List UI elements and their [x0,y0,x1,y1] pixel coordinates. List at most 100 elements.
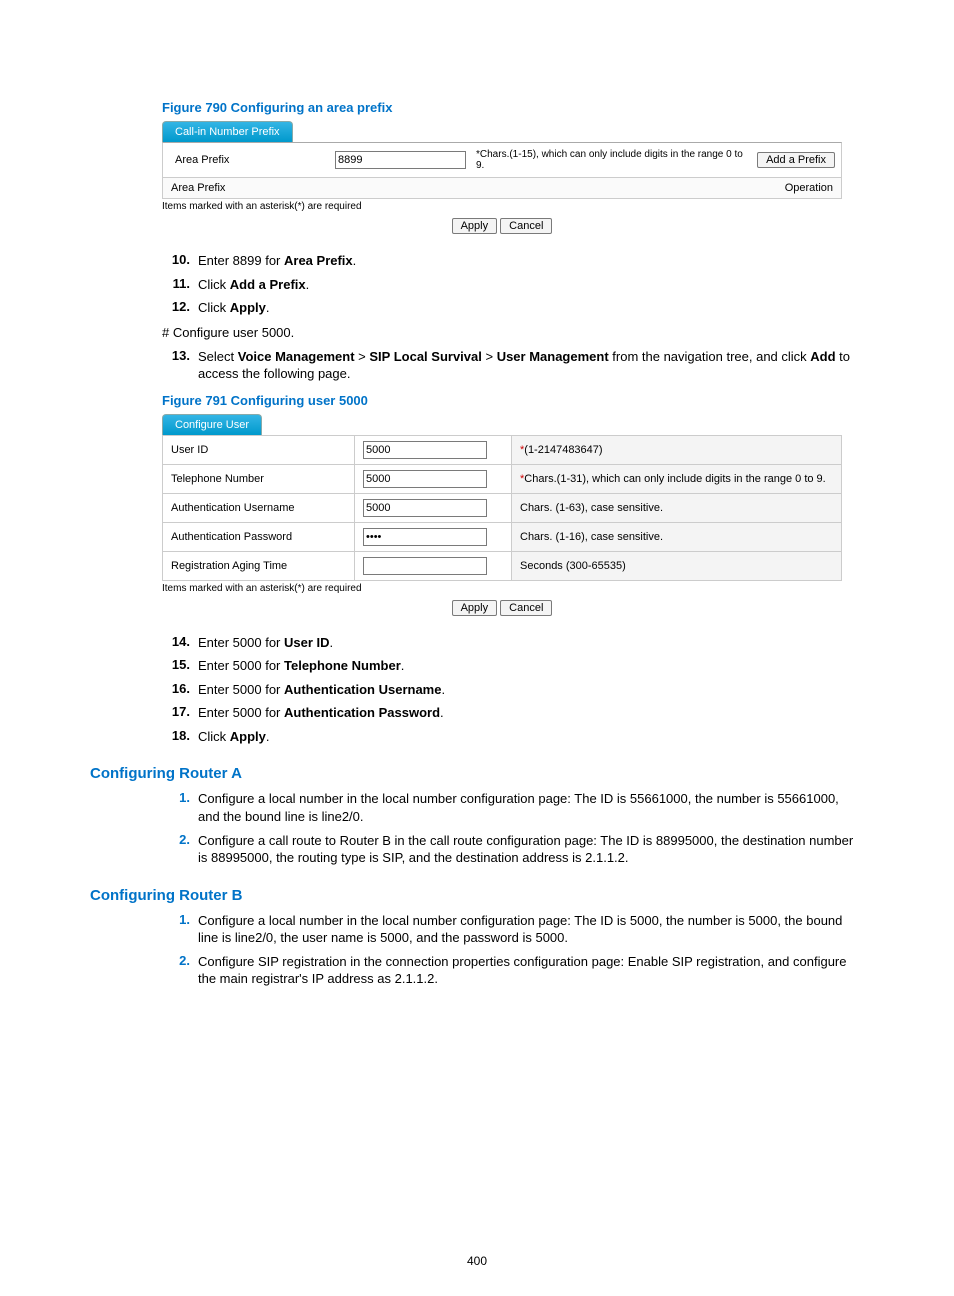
label: Authentication Password [163,522,355,551]
row-reg-aging: Registration Aging Time Seconds (300-655… [163,551,842,580]
t: . [266,729,270,744]
hint: Chars.(1-31), which can only include dig… [524,473,825,485]
t: Enter 5000 for [198,682,284,697]
b: Authentication Username [284,682,441,697]
step-num: 12. [162,299,190,314]
b: SIP Local Survival [369,349,481,364]
footnote-790: Items marked with an asterisk(*) are req… [162,201,842,212]
step-num: 15. [162,657,190,672]
row-auth-password: Authentication Password Chars. (1-16), c… [163,522,842,551]
t: > [355,349,370,364]
apply-button-790[interactable]: Apply [452,218,498,234]
t: Enter 5000 for [198,635,284,650]
t: from the navigation tree, and click [609,349,811,364]
tab-configure-user[interactable]: Configure User [162,414,262,435]
t: Click [198,300,230,315]
step-num: 2. [162,832,190,847]
step-10: 10. Enter 8899 for Area Prefix. [162,252,864,270]
header-area-prefix: Area Prefix [171,182,225,194]
configure-5000-note: # Configure user 5000. [162,325,864,340]
t: Enter 5000 for [198,705,284,720]
router-a-step-2: 2. Configure a call route to Router B in… [162,832,864,867]
step-num: 2. [162,953,190,968]
input-reg-aging[interactable] [363,557,487,575]
t: > [482,349,497,364]
hint: Chars. (1-16), case sensitive. [520,531,663,543]
t: Select [198,349,238,364]
tab-callin-prefix[interactable]: Call-in Number Prefix [162,121,293,142]
step-num: 1. [162,912,190,927]
router-b-step-1: 1. Configure a local number in the local… [162,912,864,947]
step-12: 12. Click Apply. [162,299,864,317]
b: Add [810,349,835,364]
t: . [330,635,334,650]
label: User ID [163,435,355,464]
figure-790: Call-in Number Prefix Area Prefix *Chars… [162,121,842,234]
t: Enter 8899 for [198,253,284,268]
router-b-steps: 1. Configure a local number in the local… [162,912,864,988]
t: Click [198,277,230,292]
router-b-step-2: 2. Configure SIP registration in the con… [162,953,864,988]
t: Configure SIP registration in the connec… [198,953,864,988]
label: Registration Aging Time [163,551,355,580]
figure-791-title: Figure 791 Configuring user 5000 [162,393,864,408]
step-14: 14. Enter 5000 for User ID. [162,634,864,652]
input-telephone[interactable] [363,470,487,488]
b: User Management [497,349,609,364]
heading-router-a: Configuring Router A [90,765,864,782]
t: Configure a local number in the local nu… [198,912,864,947]
step-num: 18. [162,728,190,743]
page-number: 400 [0,1254,954,1268]
t: Configure a local number in the local nu… [198,790,864,825]
b: Apply [230,729,266,744]
label: Authentication Username [163,493,355,522]
label: Telephone Number [163,464,355,493]
step-num: 11. [162,276,190,291]
row-auth-username: Authentication Username Chars. (1-63), c… [163,493,842,522]
input-user-id[interactable] [363,441,487,459]
step-num: 1. [162,790,190,805]
step-num: 14. [162,634,190,649]
step-11: 11. Click Add a Prefix. [162,276,864,294]
t: . [401,658,405,673]
step-num: 10. [162,252,190,267]
cancel-button-790[interactable]: Cancel [500,218,552,234]
b: User ID [284,635,330,650]
step-15: 15. Enter 5000 for Telephone Number. [162,657,864,675]
b: Area Prefix [284,253,353,268]
figure-791: Configure User User ID *(1-2147483647) T… [162,414,842,616]
steps-10-12: 10. Enter 8899 for Area Prefix. 11. Clic… [162,252,864,317]
header-operation: Operation [785,182,833,194]
apply-button-791[interactable]: Apply [452,600,498,616]
router-a-step-1: 1. Configure a local number in the local… [162,790,864,825]
step-num: 13. [162,348,190,363]
add-prefix-button[interactable]: Add a Prefix [757,152,835,168]
cancel-button-791[interactable]: Cancel [500,600,552,616]
step-13: 13. Select Voice Management > SIP Local … [162,348,864,383]
t: . [266,300,270,315]
hint-area-prefix: *Chars.(1-15), which can only include di… [476,149,747,171]
step-num: 17. [162,704,190,719]
label-area-prefix: Area Prefix [169,154,325,166]
input-auth-username[interactable] [363,499,487,517]
input-auth-password[interactable] [363,528,487,546]
t: . [353,253,357,268]
step-17: 17. Enter 5000 for Authentication Passwo… [162,704,864,722]
hint: Chars. (1-63), case sensitive. [520,502,663,514]
step-13-wrap: 13. Select Voice Management > SIP Local … [162,348,864,383]
row-telephone: Telephone Number *Chars.(1-31), which ca… [163,464,842,493]
t: . [440,705,444,720]
input-area-prefix[interactable] [335,151,466,169]
b: Authentication Password [284,705,440,720]
t: Configure a call route to Router B in th… [198,832,864,867]
hint: Seconds (300-65535) [520,560,626,572]
steps-14-18: 14. Enter 5000 for User ID. 15. Enter 50… [162,634,864,746]
step-18: 18. Click Apply. [162,728,864,746]
b: Telephone Number [284,658,401,673]
t: . [441,682,445,697]
t: . [306,277,310,292]
figure-790-title: Figure 790 Configuring an area prefix [162,100,864,115]
router-a-steps: 1. Configure a local number in the local… [162,790,864,866]
footnote-791: Items marked with an asterisk(*) are req… [162,583,842,594]
t: Click [198,729,230,744]
